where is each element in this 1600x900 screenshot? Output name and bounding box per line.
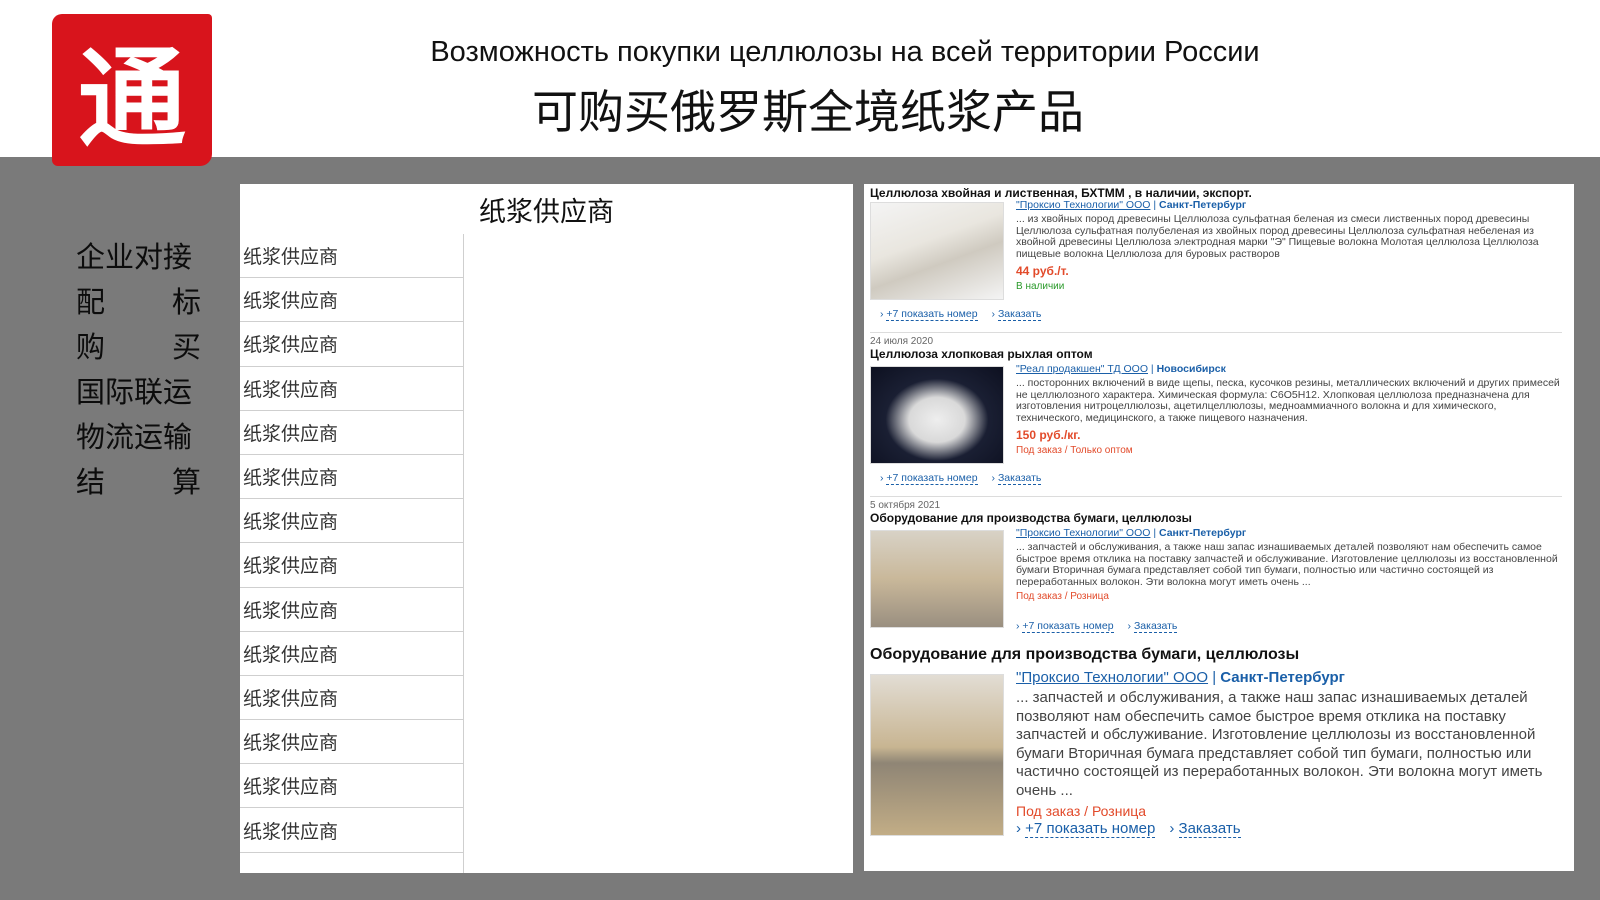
result-body: "Проксио Технологии" ООО | Санкт-Петербу… bbox=[1016, 669, 1564, 819]
seller-link[interactable]: "Реал продакшен" ТД ООО bbox=[1016, 363, 1148, 375]
seller-separator: | bbox=[1208, 669, 1221, 686]
menu-item[interactable]: 配标 bbox=[76, 277, 201, 322]
seller-separator: | bbox=[1150, 527, 1159, 539]
seller-city[interactable]: Санкт-Петербург bbox=[1159, 199, 1246, 211]
table-rows: 纸浆供应商 纸浆供应商 纸浆供应商 纸浆供应商 纸浆供应商 纸浆供应商 纸浆供应商 纸浆供应商… bbox=[240, 234, 464, 853]
availability-status: Под заказ / Только оптом bbox=[1016, 445, 1133, 457]
seller-line: "Проксио Технологии" ООО | Санкт-Петербу… bbox=[1016, 527, 1564, 539]
title-chinese: 可购买俄罗斯全境纸浆产品 bbox=[532, 85, 1084, 139]
show-phone-link[interactable]: +7 показать номер bbox=[1022, 620, 1114, 633]
show-phone-link[interactable]: +7 показать номер bbox=[886, 308, 978, 321]
table-row[interactable]: 纸浆供应商 bbox=[240, 367, 464, 411]
table-row[interactable]: 纸浆供应商 bbox=[240, 676, 464, 721]
menu-item[interactable]: 物流运输 bbox=[76, 412, 201, 457]
table-row[interactable]: 纸浆供应商 bbox=[240, 808, 464, 853]
seller-separator: | bbox=[1150, 199, 1159, 211]
result-title[interactable]: Целлюлоза хвойная и лиственная, БХТММ , … bbox=[870, 186, 1562, 200]
seller-city[interactable]: Санкт-Петербург bbox=[1159, 527, 1246, 539]
result-separator bbox=[870, 496, 1562, 497]
table-row[interactable]: 纸浆供应商 bbox=[240, 278, 464, 323]
result-card: 24 июля 2020 Целлюлоза хлопковая рыхлая о… bbox=[870, 336, 1562, 494]
result-title[interactable]: Оборудование для производства бумаги, це… bbox=[870, 511, 1562, 525]
seller-line: "Проксио Технологии" ООО | Санкт-Петербу… bbox=[1016, 199, 1564, 211]
result-card: Оборудование для производства бумаги, це… bbox=[870, 646, 1562, 842]
show-phone-link[interactable]: +7 показать номер bbox=[1025, 820, 1156, 838]
seller-link[interactable]: "Проксио Технологии" ООО bbox=[1016, 669, 1208, 686]
seller-line: "Проксио Технологии" ООО | Санкт-Петербу… bbox=[1016, 669, 1564, 686]
result-body: "Проксио Технологии" ООО | Санкт-Петербу… bbox=[1016, 527, 1564, 602]
seller-line: "Реал продакшен" ТД ООО | Новосибирск bbox=[1016, 363, 1564, 375]
availability-status: Под заказ / Розница bbox=[1016, 803, 1147, 819]
result-title[interactable]: Оборудование для производства бумаги, це… bbox=[870, 646, 1562, 664]
result-description: ... из хвойных пород древесины Целлюлоза… bbox=[1016, 213, 1539, 260]
table-header: 纸浆供应商 bbox=[479, 196, 614, 228]
product-thumbnail[interactable] bbox=[870, 530, 1004, 628]
result-date: 24 июля 2020 bbox=[870, 336, 934, 347]
result-actions: › +7 показать номер › Заказать bbox=[880, 308, 1042, 321]
product-thumbnail[interactable] bbox=[870, 202, 1004, 300]
table-row[interactable]: 纸浆供应商 bbox=[240, 322, 464, 367]
product-thumbnail[interactable] bbox=[870, 366, 1004, 464]
result-card: 5 октября 2021 Оборудование для производс… bbox=[870, 500, 1562, 642]
result-date: 5 октября 2021 bbox=[870, 500, 940, 511]
table-row[interactable]: 纸浆供应商 bbox=[240, 720, 464, 765]
title-russian: Возможность покупки целлюлозы на всей те… bbox=[430, 36, 1260, 68]
table-row[interactable]: 纸浆供应商 bbox=[240, 588, 464, 632]
result-description: ... посторонних включений в виде щепы, п… bbox=[1016, 377, 1560, 424]
table-row[interactable]: 纸浆供应商 bbox=[240, 234, 464, 279]
result-actions: › +7 показать номер › Заказать bbox=[1016, 820, 1241, 838]
menu-item[interactable]: 国际联运 bbox=[76, 367, 201, 412]
result-price: 44 руб./т. bbox=[1016, 264, 1069, 279]
show-phone-link[interactable]: +7 показать номер bbox=[886, 472, 978, 485]
supplier-table: 纸浆供应商 纸浆供应商 纸浆供应商 纸浆供应商 纸浆供应商 纸浆供应商 纸浆供应商 纸浆供应… bbox=[240, 184, 853, 873]
table-row[interactable]: 纸浆供应商 bbox=[240, 543, 464, 588]
result-card: Целлюлоза хвойная и лиственная, БХТММ , … bbox=[870, 186, 1562, 330]
result-description: ... запчастей и обслуживания, а также на… bbox=[1016, 689, 1543, 799]
order-link[interactable]: Заказать bbox=[1133, 620, 1178, 633]
menu-item[interactable]: 企业对接 bbox=[76, 232, 201, 277]
order-link[interactable]: Заказать bbox=[997, 472, 1042, 485]
seller-city[interactable]: Новосибирск bbox=[1157, 363, 1226, 375]
table-row[interactable]: 纸浆供应商 bbox=[240, 455, 464, 500]
seller-link[interactable]: "Проксио Технологии" ООО bbox=[1016, 527, 1150, 539]
menu-item[interactable]: 结算 bbox=[76, 457, 201, 502]
result-body: "Реал продакшен" ТД ООО | Новосибирск...… bbox=[1016, 363, 1564, 456]
result-body: "Проксио Технологии" ООО | Санкт-Петербу… bbox=[1016, 199, 1564, 292]
table-row[interactable]: 纸浆供应商 bbox=[240, 764, 464, 809]
result-actions: › +7 показать номер › Заказать bbox=[1016, 620, 1178, 633]
table-row[interactable]: 纸浆供应商 bbox=[240, 411, 464, 455]
result-price: 150 руб./кг. bbox=[1016, 428, 1081, 443]
result-title[interactable]: Целлюлоза хлопковая рыхлая оптом bbox=[870, 347, 1562, 361]
search-results-panel: Целлюлоза хвойная и лиственная, БХТММ , … bbox=[864, 184, 1574, 871]
availability-status: Под заказ / Розница bbox=[1016, 591, 1109, 603]
product-thumbnail[interactable] bbox=[870, 674, 1004, 836]
result-description: ... запчастей и обслуживания, а также на… bbox=[1016, 541, 1558, 588]
menu-item[interactable]: 购买 bbox=[76, 322, 201, 367]
table-row[interactable]: 纸浆供应商 bbox=[240, 632, 464, 676]
seller-separator: | bbox=[1148, 363, 1157, 375]
table-row[interactable]: 纸浆供应商 bbox=[240, 499, 464, 544]
order-link[interactable]: Заказать bbox=[997, 308, 1042, 321]
slide-header: 通 Возможность покупки целлюлозы на всей … bbox=[0, 0, 1600, 166]
availability-status: В наличии bbox=[1016, 281, 1065, 293]
result-separator bbox=[870, 332, 1562, 333]
order-link[interactable]: Заказать bbox=[1178, 820, 1241, 838]
seller-city[interactable]: Санкт-Петербург bbox=[1220, 669, 1345, 686]
seller-link[interactable]: "Проксио Технологии" ООО bbox=[1016, 199, 1150, 211]
service-menu: 企业对接 配标 购买 国际联运 物流运输 结算 bbox=[76, 232, 201, 502]
result-actions: › +7 показать номер › Заказать bbox=[880, 472, 1042, 485]
